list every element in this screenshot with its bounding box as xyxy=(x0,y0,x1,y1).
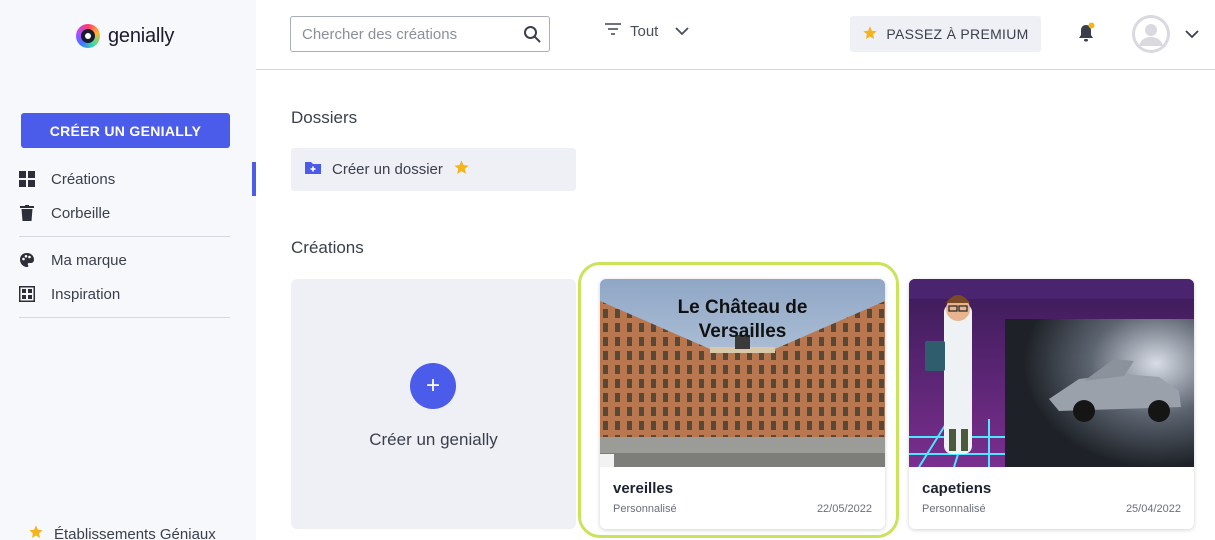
create-genially-button[interactable]: CRÉER UN GENIALLY xyxy=(21,113,230,148)
folder-plus-icon xyxy=(304,160,322,179)
palette-icon xyxy=(19,252,35,268)
thumbnail-title: Le Château de Versailles xyxy=(677,297,808,342)
creation-title: capetiens xyxy=(922,480,992,497)
premium-label: PASSEZ À PREMIUM xyxy=(886,26,1029,42)
sidebar-item-label: Corbeille xyxy=(51,204,111,222)
folders-heading: Dossiers xyxy=(291,108,358,127)
filter-dropdown[interactable]: Tout xyxy=(604,22,690,40)
sidebar-footer-label: Établissements Géniaux xyxy=(54,525,216,540)
bell-icon xyxy=(1076,22,1096,48)
sidebar-item-brand[interactable]: Ma marque xyxy=(0,243,256,277)
genially-logo[interactable]: genially xyxy=(76,24,174,48)
inspiration-icon xyxy=(19,286,35,302)
creation-date: 25/04/2022 xyxy=(1125,503,1181,515)
sidebar-divider xyxy=(19,236,230,237)
sidebar-item-label: Inspiration xyxy=(51,285,121,303)
filter-label: Tout xyxy=(630,22,659,40)
plus-icon[interactable]: + xyxy=(410,363,456,409)
creations-heading: Créations xyxy=(291,238,364,257)
sidebar-item-creations[interactable]: Créations xyxy=(0,162,256,196)
notifications-button[interactable] xyxy=(1076,22,1096,49)
sidebar-nav: Créations Corbeille Ma marque Inspiratio… xyxy=(0,162,256,324)
sidebar-item-inspiration[interactable]: Inspiration xyxy=(0,277,256,311)
search-box[interactable] xyxy=(290,16,550,52)
trash-icon xyxy=(19,205,35,221)
search-input[interactable] xyxy=(291,17,515,51)
create-folder-label: Créer un dossier xyxy=(332,161,443,178)
creation-card[interactable]: capetiens Personnalisé 25/04/2022 xyxy=(909,279,1194,529)
creation-card[interactable]: Le Château de Versailles vereilles Perso… xyxy=(600,279,885,529)
premium-button[interactable]: PASSEZ À PREMIUM xyxy=(850,16,1041,52)
sidebar-item-label: Ma marque xyxy=(51,251,127,269)
new-creation-label: Créer un genially xyxy=(369,430,498,449)
sidebar-footer-link[interactable]: Établissements Géniaux xyxy=(28,524,216,540)
creation-type: Personnalisé xyxy=(613,503,677,515)
sidebar-item-trash[interactable]: Corbeille xyxy=(0,196,256,230)
user-icon xyxy=(1132,15,1170,53)
star-icon xyxy=(453,159,470,180)
grid-icon xyxy=(19,171,35,187)
create-folder-button[interactable]: Créer un dossier xyxy=(291,148,576,191)
creation-thumbnail: Le Château de Versailles xyxy=(600,279,885,467)
search-icon[interactable] xyxy=(515,25,549,43)
creation-title: vereilles xyxy=(613,480,674,497)
sidebar: genially CRÉER UN GENIALLY Créations Cor… xyxy=(0,0,256,540)
sidebar-divider xyxy=(19,317,230,318)
sidebar-item-label: Créations xyxy=(51,170,116,188)
user-menu-chevron[interactable] xyxy=(1184,26,1200,44)
capetiens-image xyxy=(909,279,1194,467)
creation-date: 22/05/2022 xyxy=(816,503,872,515)
avatar[interactable] xyxy=(1132,15,1170,53)
chevron-down-icon xyxy=(674,23,690,40)
chevron-down-icon xyxy=(1184,26,1200,43)
genially-logo-icon xyxy=(76,24,100,48)
star-icon xyxy=(862,25,878,44)
creation-type: Personnalisé xyxy=(922,503,986,515)
new-creation-card[interactable]: + Créer un genially xyxy=(291,279,576,529)
creation-thumbnail xyxy=(909,279,1194,467)
brand-name: genially xyxy=(108,24,175,47)
top-bar: Tout PASSEZ À PREMIUM xyxy=(256,0,1215,70)
star-icon xyxy=(28,524,44,540)
filter-icon xyxy=(604,22,622,40)
